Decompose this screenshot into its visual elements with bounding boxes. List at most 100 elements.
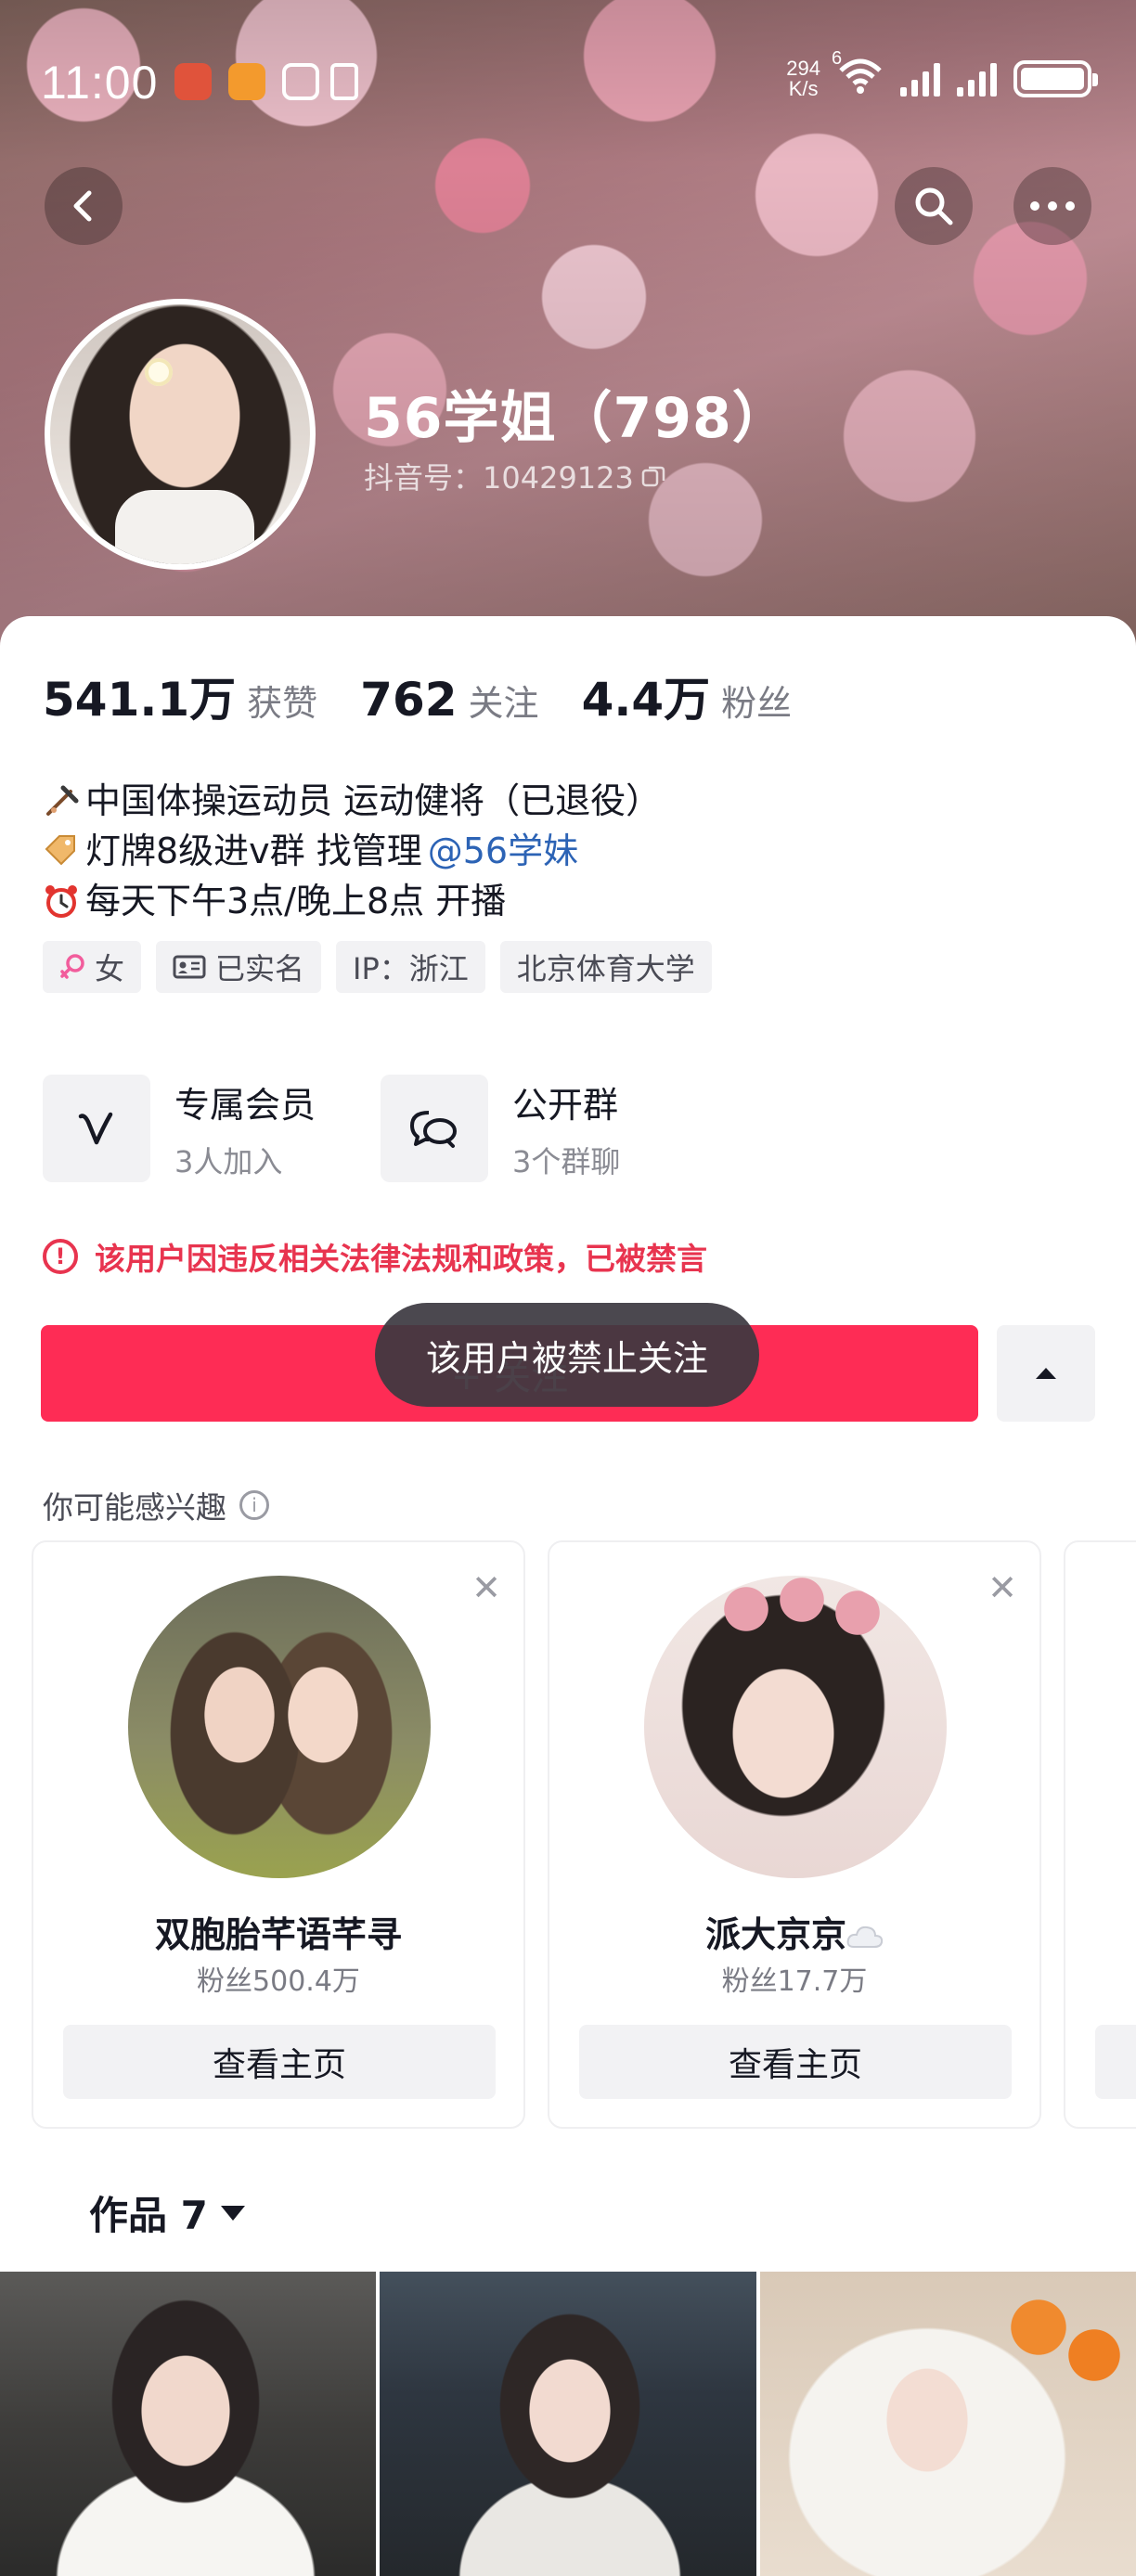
wifi-icon: 6 bbox=[832, 48, 884, 99]
tag-label: 北京体育大学 bbox=[516, 951, 695, 986]
expand-recommendations-button[interactable] bbox=[997, 1325, 1095, 1422]
view-profile-button[interactable]: 查看主页 bbox=[63, 2025, 496, 2099]
tag-verified[interactable]: 已实名 bbox=[156, 941, 322, 993]
group-icon-box bbox=[381, 1075, 489, 1182]
work-thumbnail[interactable] bbox=[0, 2272, 377, 2576]
works-grid bbox=[0, 2272, 1136, 2576]
profile-screen: 11:00 294 K/s 6 56学姐（798） 抖音号：10429123 5… bbox=[0, 0, 1136, 2576]
view-profile-button[interactable] bbox=[1095, 2025, 1136, 2099]
alarm-clock-emoji-icon bbox=[45, 885, 77, 918]
suggestion-card[interactable]: ✕ 派大京京 粉丝17.7万 查看主页 bbox=[548, 1540, 1041, 2129]
status-bar: 11:00 294 K/s 6 bbox=[0, 0, 1136, 158]
stat-value: 762 bbox=[360, 673, 458, 727]
suggestions-header: 你可能感兴趣 i bbox=[43, 1483, 269, 1527]
stat-likes[interactable]: 541.1万 获赞 bbox=[43, 663, 317, 729]
work-thumbnail[interactable] bbox=[759, 2272, 1136, 2576]
bio-text: 灯牌8级进v群 找管理 bbox=[85, 831, 422, 871]
profile-nickname: 56学姐（798） bbox=[364, 386, 789, 451]
more-dots-icon bbox=[1030, 201, 1075, 211]
more-menu-button[interactable] bbox=[1013, 167, 1091, 245]
group-chat-icon bbox=[410, 1111, 458, 1148]
tab-works-label: 作品 7 bbox=[89, 2193, 208, 2238]
label-tag-emoji-icon bbox=[45, 835, 75, 866]
suggestion-fans: 粉丝17.7万 bbox=[721, 1965, 868, 1998]
wifi-badge: 6 bbox=[832, 48, 843, 69]
douyin-id: 抖音号：10429123 bbox=[364, 460, 634, 496]
suggestion-card[interactable]: ✕ 双胞胎芊语芊寻 粉丝500.4万 查看主页 bbox=[32, 1540, 525, 2129]
close-icon[interactable]: ✕ bbox=[988, 1570, 1017, 1605]
search-icon bbox=[915, 187, 953, 225]
tag-label: 已实名 bbox=[215, 951, 305, 986]
network-speed-value: 294 bbox=[786, 56, 820, 80]
feature-entries: 专属会员 3人加入 公开群 3个群聊 bbox=[43, 1075, 620, 1182]
suggestion-card-partial[interactable] bbox=[1064, 1540, 1136, 2129]
suggestion-avatar[interactable] bbox=[128, 1576, 431, 1878]
notification-app-icon bbox=[228, 63, 265, 100]
info-icon[interactable]: i bbox=[239, 1490, 269, 1520]
bluetooth-battery-icon bbox=[330, 63, 358, 100]
chevron-left-icon bbox=[73, 190, 92, 222]
caret-down-icon bbox=[220, 2205, 245, 2221]
stat-label: 获赞 bbox=[247, 683, 318, 724]
bio-text: 中国体操运动员 运动健将（已退役） bbox=[85, 780, 662, 821]
profile-avatar[interactable] bbox=[45, 299, 316, 570]
stat-label: 关注 bbox=[468, 683, 539, 724]
stat-value: 4.4万 bbox=[581, 673, 711, 727]
suggestion-name: 派大京京 bbox=[704, 1914, 846, 1955]
profile-body: 541.1万 获赞 762 关注 4.4万 粉丝 中国体操运动员 运动健将（已退役） bbox=[0, 616, 1136, 2576]
member-icon-box bbox=[43, 1075, 150, 1182]
battery-icon bbox=[1013, 59, 1098, 97]
bio-line: 灯牌8级进v群 找管理 @56学妹 bbox=[43, 826, 661, 876]
feature-subtitle: 3个群聊 bbox=[512, 1143, 621, 1179]
alert-icon: ! bbox=[43, 1239, 78, 1274]
bio: 中国体操运动员 运动健将（已退役） 灯牌8级进v群 找管理 @56学妹 每天下午3… bbox=[43, 776, 661, 926]
stat-following[interactable]: 762 关注 bbox=[360, 673, 538, 727]
bio-text: 每天下午3点/晚上8点 开播 bbox=[85, 881, 507, 921]
nfc-icon bbox=[282, 63, 319, 100]
group-chat-entry[interactable]: 公开群 3个群聊 bbox=[381, 1075, 620, 1182]
caret-up-icon bbox=[1036, 1368, 1056, 1379]
cloud-emoji-icon bbox=[846, 1926, 884, 1948]
suggestion-name-row: 派大京京 bbox=[549, 1906, 1039, 1957]
tag-label: IP：浙江 bbox=[353, 951, 469, 986]
tag-gender: 女 bbox=[43, 941, 142, 993]
suggestions-title: 你可能感兴趣 bbox=[43, 1489, 226, 1526]
member-entry[interactable]: 专属会员 3人加入 bbox=[43, 1075, 316, 1182]
female-icon bbox=[60, 954, 84, 979]
status-indicators: 294 K/s 6 bbox=[786, 48, 1098, 100]
stat-followers[interactable]: 4.4万 粉丝 bbox=[582, 663, 793, 729]
profile-tags: 女 已实名 IP：浙江 北京体育大学 bbox=[43, 941, 712, 993]
douyin-id-row[interactable]: 抖音号：10429123 bbox=[364, 455, 665, 497]
stats-row: 541.1万 获赞 762 关注 4.4万 粉丝 bbox=[43, 663, 792, 729]
suggestion-name: 双胞胎芊语芊寻 bbox=[154, 1914, 402, 1955]
feature-title: 公开群 bbox=[512, 1084, 619, 1126]
network-speed-unit: K/s bbox=[788, 76, 819, 100]
back-button[interactable] bbox=[45, 167, 123, 245]
status-time: 11:00 bbox=[41, 57, 159, 109]
vip-v-icon bbox=[78, 1112, 113, 1145]
tab-works[interactable]: 作品 7 bbox=[89, 2184, 245, 2241]
view-profile-button[interactable]: 查看主页 bbox=[579, 2025, 1012, 2099]
suggestion-cards: ✕ 双胞胎芊语芊寻 粉丝500.4万 查看主页 ✕ 派大京京 粉丝17.7万 查… bbox=[32, 1540, 1136, 2131]
work-thumbnail[interactable] bbox=[380, 2272, 756, 2576]
gymnast-emoji-icon bbox=[46, 785, 79, 816]
signal-icon bbox=[900, 61, 940, 97]
bio-mention-link[interactable]: @56学妹 bbox=[428, 826, 578, 876]
toast-message: 该用户被禁止关注 bbox=[375, 1303, 759, 1407]
close-icon[interactable]: ✕ bbox=[471, 1570, 501, 1605]
tag-label: 女 bbox=[95, 951, 125, 986]
suggestion-fans: 粉丝500.4万 bbox=[197, 1965, 360, 1998]
stat-label: 粉丝 bbox=[721, 683, 793, 724]
tag-school[interactable]: 北京体育大学 bbox=[499, 941, 712, 993]
bio-line: 中国体操运动员 运动健将（已退役） bbox=[43, 776, 661, 826]
signal-icon-2 bbox=[957, 61, 997, 97]
id-card-icon bbox=[173, 955, 206, 979]
ban-notice-text: 该用户因违反相关法律法规和政策，已被禁言 bbox=[95, 1241, 707, 1277]
stat-value: 541.1万 bbox=[43, 673, 237, 727]
search-button[interactable] bbox=[895, 167, 973, 245]
copy-icon[interactable] bbox=[641, 464, 665, 488]
tag-ip: IP：浙江 bbox=[336, 941, 485, 993]
feature-subtitle: 3人加入 bbox=[174, 1143, 283, 1179]
suggestion-avatar[interactable] bbox=[644, 1576, 947, 1878]
feature-title: 专属会员 bbox=[174, 1084, 316, 1126]
